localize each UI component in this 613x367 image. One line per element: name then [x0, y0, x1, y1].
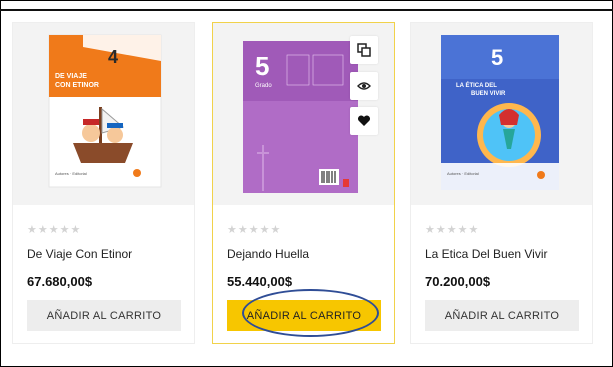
book-cover-image: 4 DE VIAJE CON ETINOR Autores · Editoria…	[48, 34, 162, 188]
svg-text:CON ETINOR: CON ETINOR	[55, 82, 99, 89]
product-title[interactable]: De Viaje Con Etinor	[27, 247, 132, 261]
product-title[interactable]: Dejando Huella	[227, 247, 309, 261]
product-card[interactable]: 5 Grado ★★★★★ Dejando Huella 55.440,00$ …	[212, 22, 395, 344]
svg-text:5: 5	[491, 45, 503, 70]
svg-text:LA ÉTICA DEL: LA ÉTICA DEL	[456, 81, 497, 89]
product-image[interactable]: 4 DE VIAJE CON ETINOR Autores · Editoria…	[13, 23, 194, 205]
product-image[interactable]: 5 LA ÉTICA DEL BUEN VIVIR Autores · Edit…	[411, 23, 592, 205]
product-image[interactable]: 5 Grado	[213, 23, 394, 205]
add-to-cart-button[interactable]: AÑADIR AL CARRITO	[27, 300, 181, 331]
rating-stars: ★★★★★	[425, 224, 480, 236]
product-card[interactable]: 4 DE VIAJE CON ETINOR Autores · Editoria…	[12, 22, 195, 344]
product-card[interactable]: 5 LA ÉTICA DEL BUEN VIVIR Autores · Edit…	[410, 22, 593, 344]
svg-text:4: 4	[108, 47, 118, 67]
product-title[interactable]: La Etica Del Buen Vivir	[425, 247, 548, 261]
svg-text:Autores · Editorial: Autores · Editorial	[447, 171, 479, 176]
product-price: 67.680,00$	[27, 274, 93, 289]
compare-icon[interactable]	[350, 36, 378, 64]
svg-text:5: 5	[255, 51, 269, 81]
svg-text:BUEN VIVIR: BUEN VIVIR	[471, 91, 506, 97]
product-price: 70.200,00$	[425, 274, 491, 289]
svg-text:DE VIAJE: DE VIAJE	[55, 73, 87, 80]
product-price: 55.440,00$	[227, 274, 293, 289]
book-cover-image: 5 LA ÉTICA DEL BUEN VIVIR Autores · Edit…	[441, 35, 559, 190]
wishlist-icon[interactable]	[350, 107, 378, 135]
add-to-cart-button[interactable]: AÑADIR AL CARRITO	[227, 300, 381, 331]
add-to-cart-button[interactable]: AÑADIR AL CARRITO	[425, 300, 579, 331]
svg-text:Grado: Grado	[255, 83, 272, 89]
svg-text:Autores · Editorial: Autores · Editorial	[55, 171, 87, 176]
rating-stars: ★★★★★	[27, 224, 82, 236]
rating-stars: ★★★★★	[227, 224, 282, 236]
quick-view-icon[interactable]	[350, 72, 378, 100]
top-divider	[0, 9, 613, 11]
